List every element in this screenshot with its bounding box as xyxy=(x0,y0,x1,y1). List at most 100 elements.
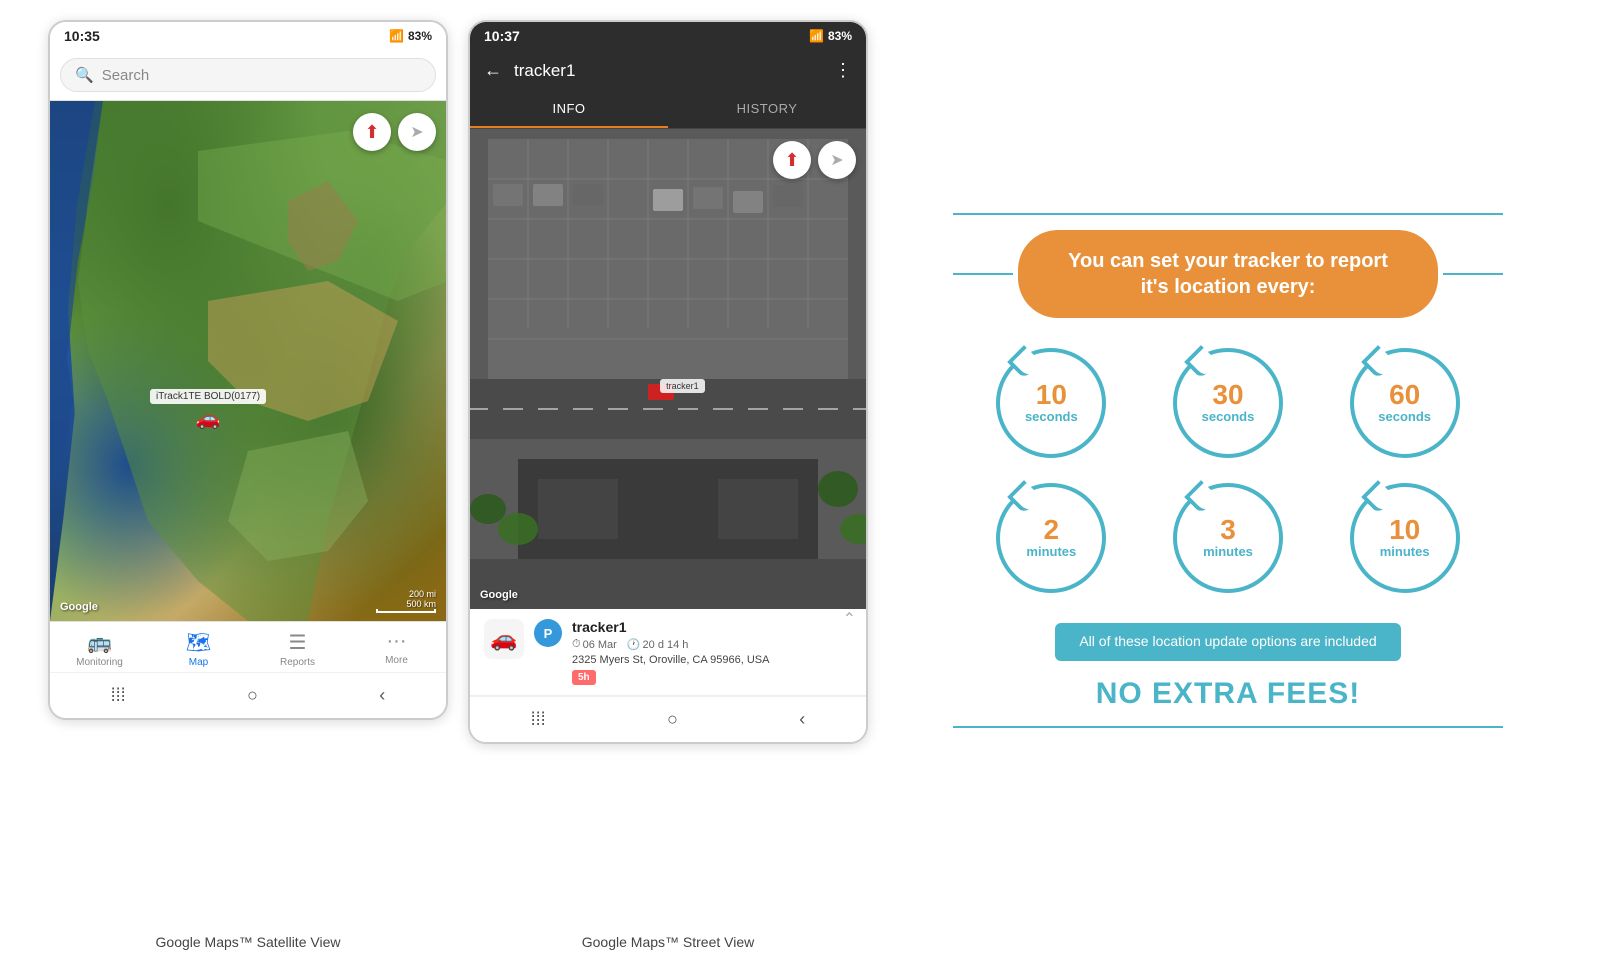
tracker-avatar: P xyxy=(534,619,562,647)
aerial-nav-arrow-icon: ➤ xyxy=(830,150,843,170)
android-home-btn[interactable]: ○ xyxy=(227,681,278,710)
reports-icon: ☰ xyxy=(289,630,307,655)
android-back-btn[interactable]: ‹ xyxy=(359,681,405,710)
time-icon: 🕐 xyxy=(627,638,641,651)
nav-more[interactable]: ··· More xyxy=(347,630,446,668)
header-title: tracker1 xyxy=(514,61,822,81)
tabs-bar: INFO HISTORY xyxy=(470,91,866,129)
circle-unit-4: minutes xyxy=(1203,544,1253,559)
circle-num-2: 60 xyxy=(1389,381,1420,409)
tracker-thumbnail: 🚗 xyxy=(484,619,524,659)
tracker-pin-1: iTrack1TE BOLD(0177) 🚗 xyxy=(150,389,266,431)
circle-3min: 3 minutes xyxy=(1173,483,1283,593)
app-header: ← tracker1 ⋮ xyxy=(470,50,866,91)
tracker-label-1: iTrack1TE BOLD(0177) xyxy=(150,389,266,404)
interval-30sec: 30 seconds xyxy=(1155,348,1302,458)
circle-unit-2: seconds xyxy=(1378,409,1431,424)
reports-label: Reports xyxy=(280,657,315,668)
no-fees-text: NO EXTRA FEES! xyxy=(1096,677,1361,711)
monitoring-icon: 🚌 xyxy=(87,630,112,655)
monitoring-label: Monitoring xyxy=(76,657,123,668)
circle-num-3: 2 xyxy=(1044,516,1060,544)
time-1: 10:35 xyxy=(64,28,100,44)
signal-icon-2: 📶 xyxy=(809,29,824,43)
satellite-map: ⬆ ➤ iTrack1TE BOLD(0177) 🚗 Google 200 mi… xyxy=(50,101,446,621)
aerial-compass[interactable]: ⬆ xyxy=(773,141,811,179)
nav-reports[interactable]: ☰ Reports xyxy=(248,630,347,668)
status-bar-2: 10:37 📶 83% xyxy=(470,22,866,50)
satellite-map-area: ⬆ ➤ iTrack1TE BOLD(0177) 🚗 Google 200 mi… xyxy=(50,101,446,621)
phone-street: 10:37 📶 83% ← tracker1 ⋮ INFO HISTORY xyxy=(468,20,868,744)
tracker-duration-item: 🕐 20 d 14 h xyxy=(627,638,689,651)
aerial-google-watermark: Google xyxy=(480,589,518,601)
caption-row: Google Maps™ Satellite View Google Maps™… xyxy=(48,928,1568,956)
headline-text: You can set your tracker to report it's … xyxy=(1053,248,1403,300)
included-box: All of these location update options are… xyxy=(1055,623,1400,661)
caption-street: Google Maps™ Street View xyxy=(468,928,868,956)
aerial-compass-north-icon: ⬆ xyxy=(784,150,799,171)
tracker-meta: ⏱ 06 Mar 🕐 20 d 14 h xyxy=(572,638,852,651)
scale-500km: 500 km xyxy=(406,599,436,609)
interval-2min: 2 minutes xyxy=(978,483,1125,593)
circle-2min: 2 minutes xyxy=(996,483,1106,593)
circle-10min: 10 minutes xyxy=(1350,483,1460,593)
circle-unit-0: seconds xyxy=(1025,409,1078,424)
status-bar-1: 10:35 📶 83% xyxy=(50,22,446,50)
map-icon: 🗺 xyxy=(186,630,211,655)
map-compass[interactable]: ⬆ xyxy=(353,113,391,151)
status-icons-2: 📶 83% xyxy=(809,29,852,43)
pin-icon-1: 🚗 xyxy=(196,406,221,431)
search-icon: 🔍 xyxy=(75,66,94,84)
tracker-marker: tracker1 xyxy=(660,379,705,393)
tab-info[interactable]: INFO xyxy=(470,91,668,128)
car-icon: 🚗 xyxy=(490,626,517,652)
circle-60sec: 60 seconds xyxy=(1350,348,1460,458)
map-navigation-icon[interactable]: ➤ xyxy=(398,113,436,151)
android-nav-1: ⁞⁞⁞ ○ ‹ xyxy=(50,672,446,718)
more-icon: ··· xyxy=(387,630,407,653)
circle-unit-1: seconds xyxy=(1202,409,1255,424)
tab-history[interactable]: HISTORY xyxy=(668,91,866,128)
search-input-wrapper[interactable]: 🔍 Search xyxy=(60,58,436,92)
android-nav-2: ⁞⁞⁞ ○ ‹ xyxy=(470,696,866,742)
scroll-up-icon[interactable]: ⌃ xyxy=(843,609,856,629)
map-label: Map xyxy=(189,657,208,668)
circle-unit-3: minutes xyxy=(1026,544,1076,559)
more-button[interactable]: ⋮ xyxy=(834,60,852,81)
interval-10min: 10 minutes xyxy=(1331,483,1478,593)
tracker-date-item: ⏱ 06 Mar xyxy=(572,638,617,651)
android-menu-btn-2[interactable]: ⁞⁞⁞ xyxy=(511,705,566,734)
caption-satellite: Google Maps™ Satellite View xyxy=(48,928,448,956)
aerial-nav-icon[interactable]: ➤ xyxy=(818,141,856,179)
top-h-line xyxy=(953,213,1503,215)
circle-num-5: 10 xyxy=(1389,516,1420,544)
tracker-name: tracker1 xyxy=(572,619,852,635)
circle-30sec: 30 seconds xyxy=(1173,348,1283,458)
interval-3min: 3 minutes xyxy=(1155,483,1302,593)
android-back-btn-2[interactable]: ‹ xyxy=(779,705,825,734)
circle-num-1: 30 xyxy=(1212,381,1243,409)
tracker-badge: 5h xyxy=(572,670,596,685)
tracker-date: 06 Mar xyxy=(583,639,617,651)
tracker-details: tracker1 ⏱ 06 Mar 🕐 20 d 14 h 2325 Myers… xyxy=(572,619,852,685)
nav-monitoring[interactable]: 🚌 Monitoring xyxy=(50,630,149,668)
clock-icon: ⏱ xyxy=(572,638,581,651)
battery-2: 83% xyxy=(828,29,852,43)
scale-200mi: 200 mi xyxy=(409,589,436,599)
nav-map[interactable]: 🗺 Map xyxy=(149,630,248,668)
compass-north-icon: ⬆ xyxy=(364,122,379,143)
map-scale: 200 mi 500 km xyxy=(376,589,436,613)
interval-10sec: 10 seconds xyxy=(978,348,1125,458)
terrain-svg xyxy=(50,101,446,621)
bottom-nav-1: 🚌 Monitoring 🗺 Map ☰ Reports ··· More xyxy=(50,621,446,672)
headline-box: You can set your tracker to report it's … xyxy=(1018,230,1438,318)
android-menu-btn[interactable]: ⁞⁞⁞ xyxy=(91,681,146,710)
included-text: All of these location update options are… xyxy=(1079,633,1376,649)
more-label: More xyxy=(385,655,408,666)
tracker-address: 2325 Myers St, Oroville, CA 95966, USA xyxy=(572,654,852,666)
back-button[interactable]: ← xyxy=(484,60,502,81)
circle-unit-5: minutes xyxy=(1380,544,1430,559)
search-bar: 🔍 Search xyxy=(50,50,446,101)
android-home-btn-2[interactable]: ○ xyxy=(647,705,698,734)
circle-num-4: 3 xyxy=(1220,516,1236,544)
